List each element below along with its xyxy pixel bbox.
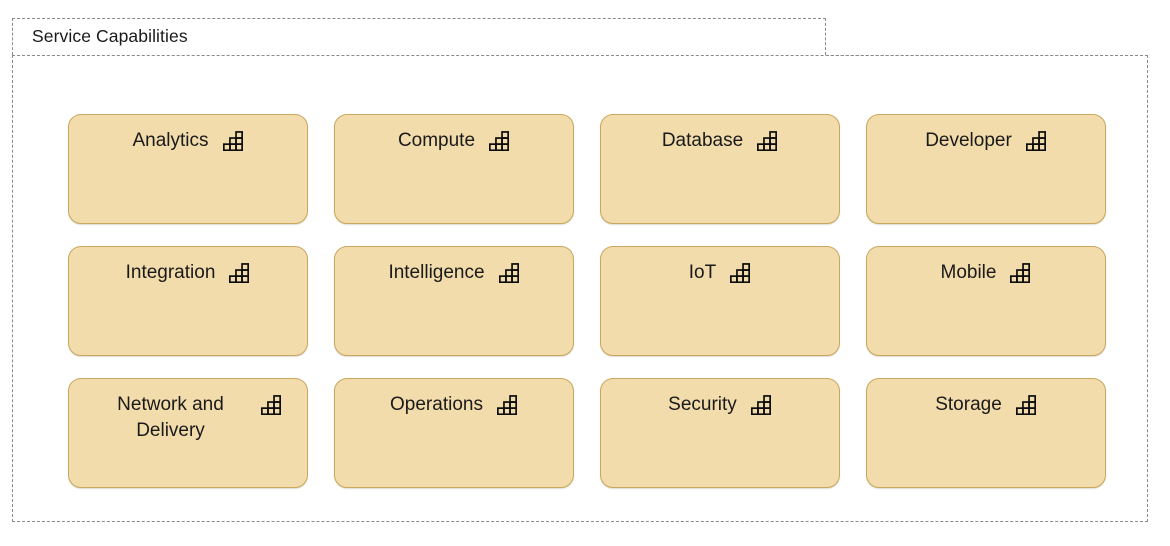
- capability-card-head: Mobile: [877, 260, 1095, 286]
- grouping-icon: [222, 128, 244, 151]
- capability-card-head: Network and Delivery: [79, 392, 297, 444]
- capability-card[interactable]: Storage: [866, 378, 1106, 488]
- capability-card[interactable]: Developer: [866, 114, 1106, 224]
- capability-card-label: Developer: [925, 130, 1012, 151]
- capability-card-label: Storage: [935, 394, 1002, 415]
- capability-card-label: Operations: [390, 394, 483, 415]
- capability-card-label: IoT: [688, 262, 717, 283]
- capability-card-head: Database: [611, 128, 829, 154]
- capability-card[interactable]: Database: [600, 114, 840, 224]
- capability-card-head: Analytics: [79, 128, 297, 154]
- grouping-icon: [496, 392, 518, 415]
- grouping-icon: [498, 260, 520, 283]
- capability-card-head: IoT: [611, 260, 829, 286]
- grouping-icon: [489, 128, 510, 151]
- grouping-icon: [229, 260, 250, 283]
- grouping-icon: [1010, 260, 1031, 283]
- capability-card[interactable]: Intelligence: [334, 246, 574, 356]
- capability-card[interactable]: Operations: [334, 378, 574, 488]
- capability-card-head: Operations: [345, 392, 563, 418]
- capability-card-label: Compute: [397, 130, 476, 151]
- capability-card-label: Mobile: [940, 262, 997, 283]
- grouping-icon: [730, 260, 751, 283]
- capability-card-head: Intelligence: [345, 260, 563, 286]
- grouping-icon: [757, 128, 778, 151]
- grouping-header: Service Capabilities: [12, 18, 826, 55]
- capability-card[interactable]: IoT: [600, 246, 840, 356]
- grouping-icon: [1025, 128, 1047, 151]
- capability-card-grid: Analytics Compute Database Developer Integra…: [68, 114, 1108, 488]
- capability-card-head: Developer: [877, 128, 1095, 154]
- capability-card[interactable]: Security: [600, 378, 840, 488]
- capability-card-head: Security: [611, 392, 829, 418]
- page-title: Service Capabilities: [32, 26, 188, 47]
- capability-card[interactable]: Integration: [68, 246, 308, 356]
- capability-card-label: Network and Delivery: [117, 394, 224, 441]
- grouping-icon: [1015, 392, 1037, 415]
- capability-card-label: Intelligence: [388, 262, 485, 283]
- capability-card-label: Integration: [125, 262, 216, 283]
- capability-card-label: Analytics: [132, 130, 209, 151]
- grouping-body-top-edge: [826, 55, 1148, 56]
- service-capabilities-grouping[interactable]: Service Capabilities Analytics Compute Dat…: [12, 18, 1148, 522]
- capability-card[interactable]: Mobile: [866, 246, 1106, 356]
- grouping-icon: [750, 392, 772, 415]
- capability-card-head: Integration: [79, 260, 297, 286]
- capability-card[interactable]: Network and Delivery: [68, 378, 308, 488]
- capability-card[interactable]: Compute: [334, 114, 574, 224]
- capability-card-label: Database: [661, 130, 744, 151]
- capability-card[interactable]: Analytics: [68, 114, 308, 224]
- capability-card-label: Security: [668, 394, 737, 415]
- capability-card-head: Storage: [877, 392, 1095, 418]
- grouping-icon: [260, 392, 282, 415]
- capability-card-head: Compute: [345, 128, 563, 154]
